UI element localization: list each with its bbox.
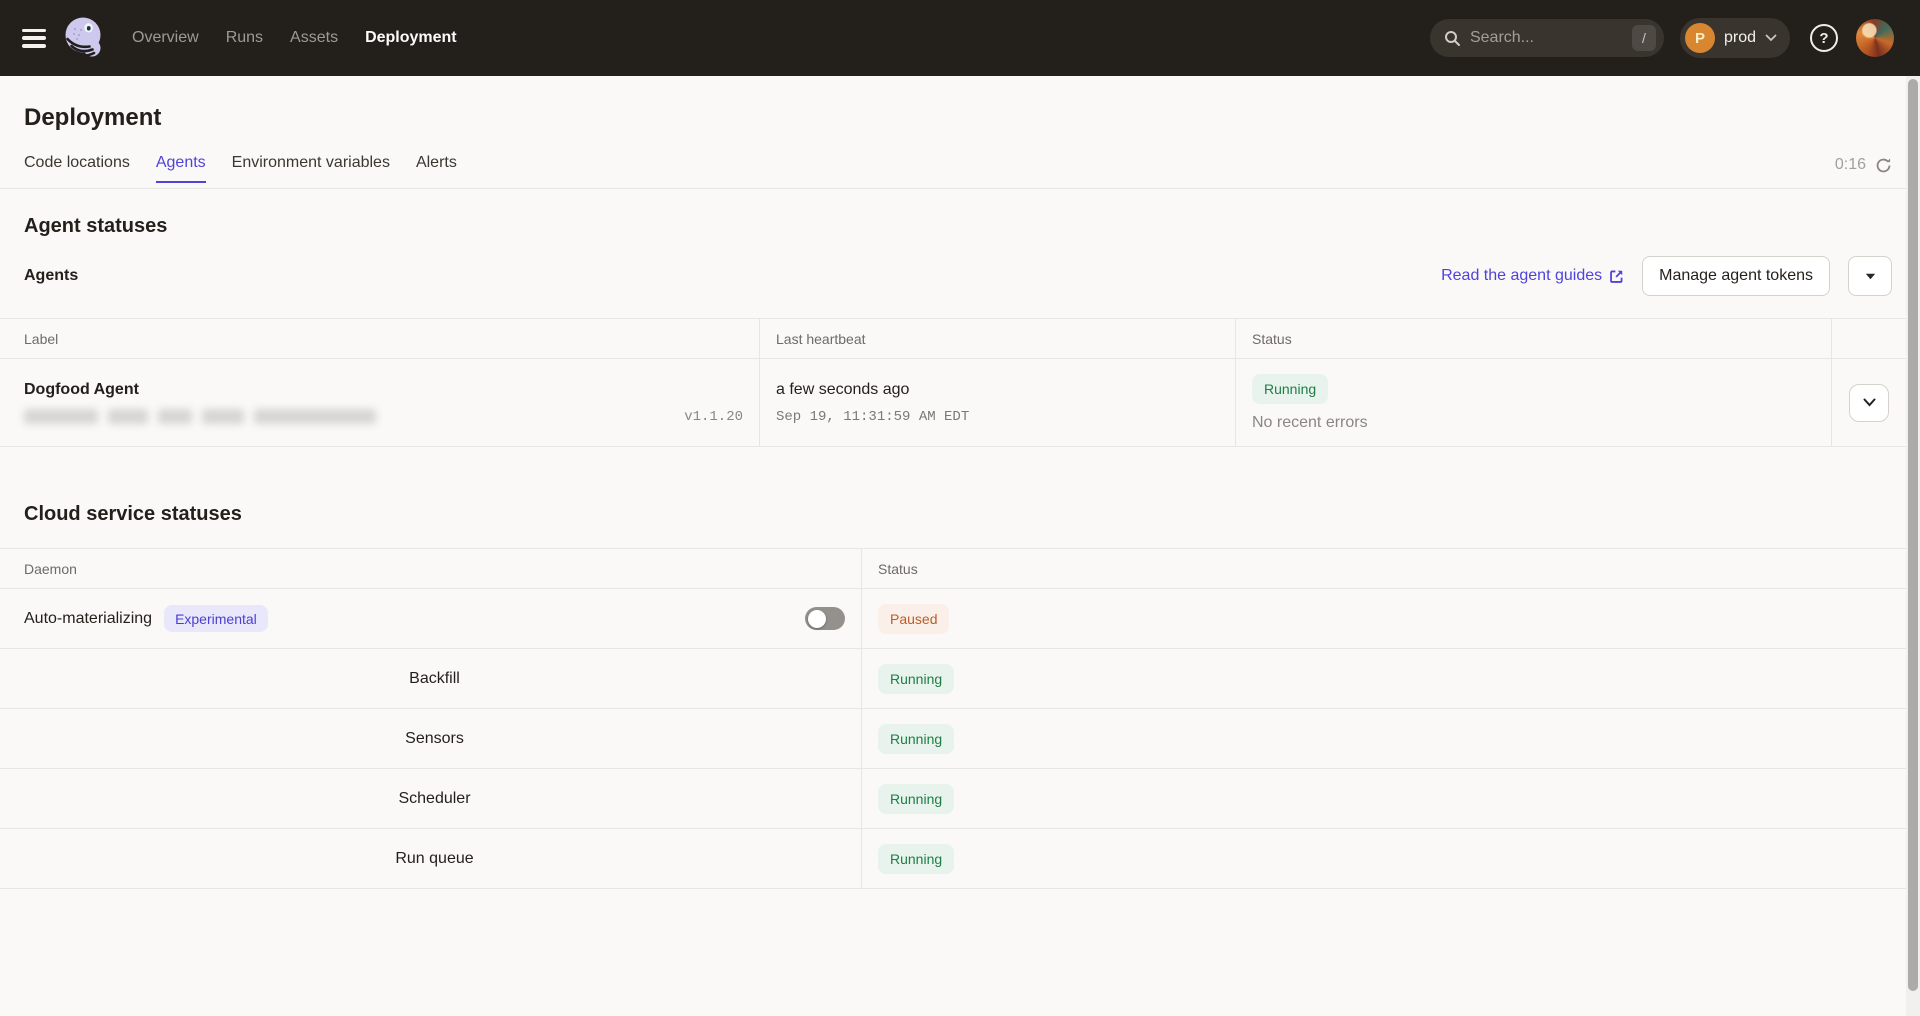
daemon-name-cell: Auto-materializing Experimental: [0, 589, 862, 648]
agents-table-header: Label Last heartbeat Status: [0, 319, 1906, 359]
experimental-badge: Experimental: [164, 605, 268, 632]
daemon-status-cell: Running: [862, 649, 1906, 708]
agent-actions-cell: [1832, 359, 1906, 446]
cloud-services-table: Daemon Status Auto-materializing Experim…: [0, 548, 1906, 889]
cloud-table-header: Daemon Status: [0, 549, 1906, 589]
tab-code-locations[interactable]: Code locations: [24, 148, 130, 188]
agent-table-row: Dogfood Agent v1.1.20 a few seconds ago …: [0, 359, 1906, 447]
agents-actions: Read the agent guides Manage agent token…: [1441, 256, 1892, 296]
agent-status-detail: No recent errors: [1252, 414, 1815, 432]
agent-name: Dogfood Agent: [24, 381, 743, 399]
primary-nav: Overview Runs Assets Deployment: [132, 29, 457, 47]
agent-guides-link-label: Read the agent guides: [1441, 267, 1602, 285]
help-icon[interactable]: ?: [1810, 24, 1838, 52]
tabs-row: Code locations Agents Environment variab…: [0, 148, 1906, 189]
daemon-name-cell: Backfill: [0, 649, 862, 708]
column-header-status: Status: [1236, 319, 1832, 358]
vertical-scrollbar[interactable]: [1906, 76, 1920, 1016]
column-header-status: Status: [862, 549, 1906, 588]
daemon-name: Backfill: [409, 670, 460, 688]
deployment-page: Deployment Code locations Agents Environ…: [0, 104, 1920, 889]
daemon-name-cell: Run queue: [0, 829, 862, 888]
daemon-row-backfill: Backfill Running: [0, 649, 1906, 709]
cloud-service-statuses-heading: Cloud service statuses: [24, 503, 1920, 526]
status-badge: Running: [878, 664, 954, 694]
daemon-row-sensors: Sensors Running: [0, 709, 1906, 769]
scrollbar-thumb[interactable]: [1908, 79, 1918, 991]
deployment-tabs: Code locations Agents Environment variab…: [24, 148, 457, 188]
daemon-name: Sensors: [405, 730, 464, 748]
caret-down-icon: [1865, 273, 1876, 280]
octopus-logo-icon: [62, 14, 106, 62]
status-badge: Running: [878, 784, 954, 814]
heartbeat-timestamp: Sep 19, 11:31:59 AM EDT: [776, 409, 1219, 425]
daemon-name: Scheduler: [398, 790, 470, 808]
agent-expand-button[interactable]: [1849, 384, 1889, 422]
navbar-right-group: Search... / P prod ?: [1430, 18, 1894, 58]
daemon-row-scheduler: Scheduler Running: [0, 769, 1906, 829]
agent-status-cell: Running No recent errors: [1236, 359, 1832, 446]
nav-link-assets[interactable]: Assets: [290, 29, 338, 47]
deployment-switcher[interactable]: P prod: [1680, 18, 1790, 58]
agent-actions-dropdown-button[interactable]: [1848, 256, 1892, 296]
search-placeholder: Search...: [1470, 29, 1623, 47]
agents-section-head: Agents Read the agent guides Manage agen…: [0, 254, 1906, 298]
user-avatar[interactable]: [1856, 19, 1894, 57]
deployment-name: prod: [1724, 29, 1756, 47]
toggle-knob: [808, 610, 826, 628]
manage-agent-tokens-button[interactable]: Manage agent tokens: [1642, 256, 1830, 296]
chevron-down-icon: [1863, 398, 1876, 407]
daemon-status-cell: Running: [862, 709, 1906, 768]
agent-statuses-heading: Agent statuses: [24, 215, 1920, 238]
daemon-row-run-queue: Run queue Running: [0, 829, 1906, 889]
tab-agents[interactable]: Agents: [156, 148, 206, 188]
refresh-icon[interactable]: [1875, 157, 1892, 174]
top-navbar: Overview Runs Assets Deployment Search..…: [0, 0, 1920, 76]
daemon-name: Auto-materializing: [24, 610, 152, 628]
daemon-name-cell: Scheduler: [0, 769, 862, 828]
agent-guides-link[interactable]: Read the agent guides: [1441, 267, 1624, 285]
daemon-status-cell: Running: [862, 829, 1906, 888]
column-header-last-heartbeat: Last heartbeat: [760, 319, 1236, 358]
nav-link-runs[interactable]: Runs: [226, 29, 263, 47]
agent-version: v1.1.20: [684, 409, 743, 425]
column-header-label: Label: [0, 319, 760, 358]
tab-environment-variables[interactable]: Environment variables: [232, 148, 390, 188]
deployment-badge: P: [1685, 23, 1715, 53]
external-link-icon: [1609, 269, 1624, 284]
daemon-name-cell: Sensors: [0, 709, 862, 768]
daemon-status-cell: Running: [862, 769, 1906, 828]
search-shortcut-key: /: [1632, 25, 1656, 51]
auto-materializing-toggle[interactable]: [805, 607, 845, 630]
dagster-logo[interactable]: [62, 14, 106, 62]
agents-subheading: Agents: [24, 267, 78, 285]
refresh-timer: 0:16: [1835, 156, 1892, 188]
daemon-status-cell: Paused: [862, 589, 1906, 648]
column-header-actions: [1832, 319, 1906, 358]
daemon-row-auto-materializing: Auto-materializing Experimental Paused: [0, 589, 1906, 649]
nav-link-deployment[interactable]: Deployment: [365, 29, 457, 47]
refresh-countdown: 0:16: [1835, 156, 1866, 174]
chevron-down-icon: [1765, 34, 1777, 42]
status-badge: Running: [878, 844, 954, 874]
agent-label-cell: Dogfood Agent v1.1.20: [0, 359, 760, 446]
status-badge: Paused: [878, 604, 949, 634]
search-icon: [1444, 30, 1461, 47]
agents-table: Label Last heartbeat Status Dogfood Agen…: [0, 318, 1906, 447]
status-badge: Running: [878, 724, 954, 754]
agent-heartbeat-cell: a few seconds ago Sep 19, 11:31:59 AM ED…: [760, 359, 1236, 446]
heartbeat-relative: a few seconds ago: [776, 381, 1219, 399]
agent-id-redacted: [24, 409, 376, 424]
nav-link-overview[interactable]: Overview: [132, 29, 199, 47]
tab-alerts[interactable]: Alerts: [416, 148, 457, 188]
agent-status-badge: Running: [1252, 374, 1328, 404]
column-header-daemon: Daemon: [0, 549, 862, 588]
daemon-name: Run queue: [395, 850, 473, 868]
search-input[interactable]: Search... /: [1430, 19, 1664, 57]
page-title: Deployment: [24, 104, 1920, 132]
hamburger-menu-icon[interactable]: [22, 29, 46, 48]
